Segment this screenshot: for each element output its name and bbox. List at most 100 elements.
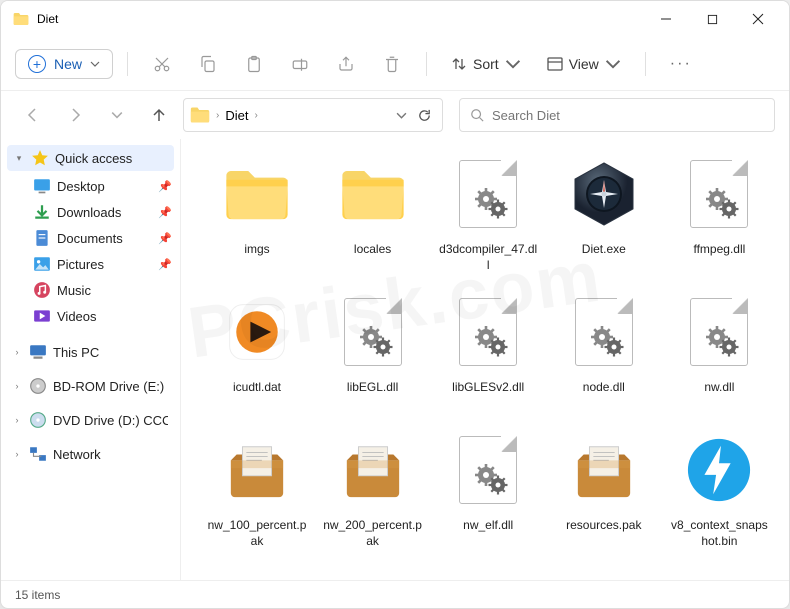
file-item[interactable]: libGLESv2.dll: [432, 291, 544, 429]
sidebar-label: Videos: [57, 309, 97, 324]
search-box[interactable]: [459, 98, 775, 132]
view-button[interactable]: View: [537, 50, 631, 78]
sidebar-item-music[interactable]: Music: [1, 277, 180, 303]
overflow-button[interactable]: ···: [660, 55, 702, 73]
sidebar-label: DVD Drive (D:) CCCC: [53, 413, 168, 428]
share-button[interactable]: [326, 46, 366, 82]
file-item[interactable]: resources.pak: [548, 429, 660, 567]
file-label: resources.pak: [566, 517, 641, 533]
delete-button[interactable]: [372, 46, 412, 82]
new-button[interactable]: + New: [15, 49, 113, 79]
sort-button[interactable]: Sort: [441, 50, 531, 78]
copy-button[interactable]: [188, 46, 228, 82]
desktop-icon: [33, 178, 51, 194]
pin-icon: 📌: [158, 232, 172, 245]
sidebar-item-bdrom[interactable]: ›BD-ROM Drive (E:) C: [1, 373, 180, 399]
chevron-down-icon: [90, 59, 100, 69]
sidebar: ▾ Quick access Desktop📌 Downloads📌 Docum…: [1, 139, 181, 580]
file-item[interactable]: nw_100_percent.pak: [201, 429, 313, 567]
sidebar-item-network[interactable]: ›Network: [1, 441, 180, 467]
file-item[interactable]: node.dll: [548, 291, 660, 429]
toolbar: + New Sort View ···: [1, 37, 789, 91]
file-label: libGLESv2.dll: [452, 379, 524, 395]
file-item[interactable]: ffmpeg.dll: [663, 153, 775, 291]
chevron-down-icon[interactable]: [396, 110, 407, 121]
sidebar-label: This PC: [53, 345, 99, 360]
separator: [645, 52, 646, 76]
body: ▾ Quick access Desktop📌 Downloads📌 Docum…: [1, 139, 789, 580]
maximize-button[interactable]: [689, 3, 735, 35]
dat-icon: [222, 297, 292, 367]
file-item[interactable]: libEGL.dll: [317, 291, 429, 429]
separator: [426, 52, 427, 76]
sidebar-item-quick-access[interactable]: ▾ Quick access: [7, 145, 174, 171]
minimize-button[interactable]: [643, 3, 689, 35]
sidebar-item-downloads[interactable]: Downloads📌: [1, 199, 180, 225]
titlebar: Diet: [1, 1, 789, 37]
sidebar-item-this-pc[interactable]: › This PC: [1, 339, 180, 365]
view-icon: [547, 56, 563, 72]
view-label: View: [569, 56, 599, 72]
sidebar-item-dvd[interactable]: ›DVD Drive (D:) CCCC: [1, 407, 180, 433]
sort-label: Sort: [473, 56, 499, 72]
chevron-down-icon: [505, 56, 521, 72]
file-item[interactable]: d3dcompiler_47.dll: [432, 153, 544, 291]
sidebar-item-documents[interactable]: Documents📌: [1, 225, 180, 251]
file-item[interactable]: nw.dll: [663, 291, 775, 429]
pak-icon: [569, 435, 639, 505]
explorer-window: Diet + New Sort View: [0, 0, 790, 609]
breadcrumb-segment: Diet: [225, 108, 248, 123]
sidebar-label: Music: [57, 283, 91, 298]
pin-icon: 📌: [158, 180, 172, 193]
recent-dropdown[interactable]: [99, 99, 135, 131]
dll-icon: [338, 297, 408, 367]
file-item[interactable]: Diet.exe: [548, 153, 660, 291]
file-item[interactable]: nw_200_percent.pak: [317, 429, 429, 567]
file-label: d3dcompiler_47.dll: [438, 241, 538, 273]
sidebar-item-desktop[interactable]: Desktop📌: [1, 173, 180, 199]
search-input[interactable]: [492, 108, 764, 123]
cut-button[interactable]: [142, 46, 182, 82]
file-item[interactable]: locales: [317, 153, 429, 291]
file-label: nw_elf.dll: [463, 517, 513, 533]
back-button[interactable]: [15, 99, 51, 131]
file-label: v8_context_snapshot.bin: [669, 517, 769, 549]
videos-icon: [33, 308, 51, 324]
bin-icon: [684, 435, 754, 505]
dll-icon: [453, 159, 523, 229]
pictures-icon: [33, 256, 51, 272]
refresh-button[interactable]: [417, 108, 432, 123]
dll-icon: [453, 297, 523, 367]
sidebar-item-videos[interactable]: Videos: [1, 303, 180, 329]
statusbar: 15 items: [1, 580, 789, 608]
chevron-right-icon: ›: [216, 110, 219, 121]
file-label: nw_200_percent.pak: [323, 517, 423, 549]
file-label: imgs: [244, 241, 269, 257]
sidebar-item-pictures[interactable]: Pictures📌: [1, 251, 180, 277]
documents-icon: [33, 230, 51, 246]
dll-icon: [453, 435, 523, 505]
file-item[interactable]: nw_elf.dll: [432, 429, 544, 567]
file-item[interactable]: imgs: [201, 153, 313, 291]
file-label: icudtl.dat: [233, 379, 281, 395]
dll-icon: [684, 159, 754, 229]
rename-button[interactable]: [280, 46, 320, 82]
music-icon: [33, 282, 51, 298]
window-title: Diet: [37, 12, 643, 26]
breadcrumb[interactable]: › Diet ›: [183, 98, 443, 132]
file-label: ffmpeg.dll: [693, 241, 745, 257]
pak-icon: [222, 435, 292, 505]
up-button[interactable]: [141, 99, 177, 131]
chevron-right-icon: ›: [254, 110, 257, 121]
dll-icon: [684, 297, 754, 367]
forward-button[interactable]: [57, 99, 93, 131]
pc-icon: [29, 344, 47, 360]
chevron-down-icon: [605, 56, 621, 72]
paste-button[interactable]: [234, 46, 274, 82]
chevron-right-icon: ›: [11, 347, 23, 357]
network-icon: [29, 446, 47, 462]
file-grid: imgs locales d3dcompiler_47.dll Diet.exe…: [181, 139, 789, 580]
file-item[interactable]: icudtl.dat: [201, 291, 313, 429]
file-item[interactable]: v8_context_snapshot.bin: [663, 429, 775, 567]
close-button[interactable]: [735, 3, 781, 35]
